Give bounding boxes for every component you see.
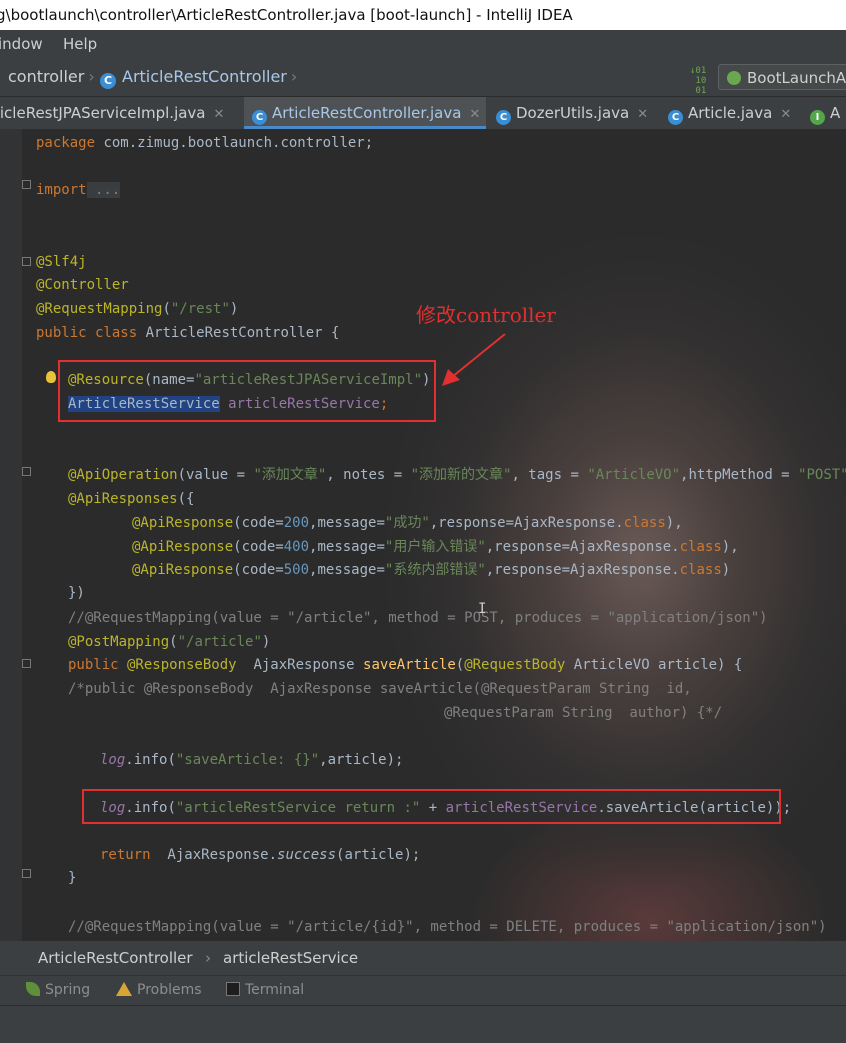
nav-crumb-class[interactable]: C ArticleRestController ›: [100, 66, 301, 89]
tab-article-rest-jpa-service-impl[interactable]: ticleRestJPAServiceImpl.java ✕: [0, 97, 244, 129]
tab-interface[interactable]: IA: [810, 97, 846, 129]
tool-window-terminal[interactable]: Terminal: [226, 976, 304, 1004]
menu-bar: indow Help: [0, 30, 846, 58]
spring-leaf-icon: [26, 982, 40, 996]
tab-dozer-utils[interactable]: C DozerUtils.java ✕: [496, 97, 656, 129]
class-icon: C: [668, 110, 683, 125]
navigation-bar: controller › C ArticleRestController › ↓01 …: [0, 58, 846, 97]
tool-window-bar: Spring Problems Terminal: [0, 975, 846, 1006]
nav-crumb-controller[interactable]: controller ›: [0, 66, 99, 88]
tool-window-problems[interactable]: Problems: [116, 976, 202, 1004]
chevron-right-icon: ›: [205, 949, 211, 967]
run-configuration-select[interactable]: BootLaunchA: [718, 64, 846, 90]
close-icon[interactable]: ✕: [214, 107, 225, 122]
close-icon[interactable]: ✕: [469, 107, 480, 122]
status-bar: [0, 1005, 846, 1043]
bottom-breadcrumb: ArticleRestController › articleRestServi…: [0, 941, 846, 975]
close-icon[interactable]: ✕: [637, 107, 648, 122]
tab-article-rest-controller[interactable]: C ArticleRestController.java ✕: [244, 97, 486, 129]
code-editor[interactable]: package com.zimug.bootlaunch.controller;…: [0, 129, 846, 941]
menu-window[interactable]: indow: [0, 30, 43, 58]
editor-tab-bar: ticleRestJPAServiceImpl.java ✕ C ArticleRe…: [0, 97, 846, 129]
breadcrumb-field[interactable]: articleRestService: [223, 941, 358, 975]
chevron-right-icon: ›: [88, 67, 95, 86]
close-icon[interactable]: ✕: [780, 107, 791, 122]
chevron-right-icon: ›: [290, 67, 298, 86]
class-icon: C: [496, 110, 511, 125]
breadcrumb-class[interactable]: ArticleRestController: [38, 941, 193, 975]
class-icon: C: [100, 73, 116, 89]
terminal-icon: [226, 982, 240, 996]
tab-article[interactable]: C Article.java ✕: [668, 97, 798, 129]
tool-window-spring[interactable]: Spring: [26, 976, 90, 1004]
warning-icon: [116, 982, 132, 996]
menu-help[interactable]: Help: [63, 30, 97, 58]
interface-icon: I: [810, 110, 825, 125]
spring-boot-icon: [727, 71, 741, 85]
annotation-arrow-icon: [442, 333, 506, 386]
window-title-bar: g\bootlaunch\controller\ArticleRestContr…: [0, 0, 846, 30]
class-icon: C: [252, 110, 267, 125]
window-title: g\bootlaunch\controller\ArticleRestContr…: [0, 6, 573, 24]
binary-icon[interactable]: ↓01 10 01: [690, 66, 706, 96]
